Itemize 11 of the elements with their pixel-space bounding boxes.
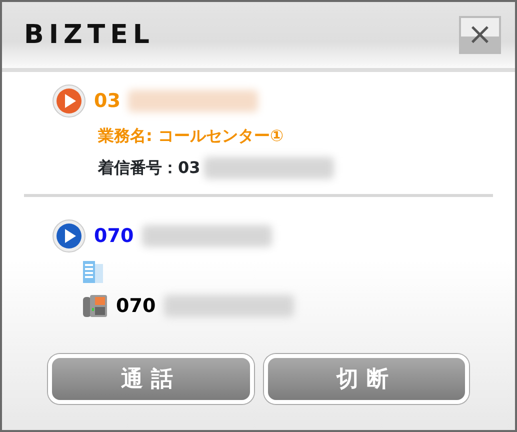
phone-number: 070 bbox=[94, 224, 134, 249]
app-logo: BIZTEL bbox=[24, 18, 154, 52]
close-button[interactable]: × bbox=[459, 16, 501, 54]
desk-phone-icon bbox=[82, 292, 108, 319]
business-name: 業務名: コールセンター① bbox=[97, 125, 285, 147]
caller-number: 着信番号：03 bbox=[98, 157, 200, 179]
phone-number: 070 bbox=[116, 294, 156, 319]
answer-button[interactable]: 通話 bbox=[48, 354, 254, 404]
building-icon bbox=[82, 260, 104, 284]
phone-number: 03 bbox=[94, 88, 120, 114]
hang-up-button[interactable]: 切断 bbox=[264, 354, 469, 404]
